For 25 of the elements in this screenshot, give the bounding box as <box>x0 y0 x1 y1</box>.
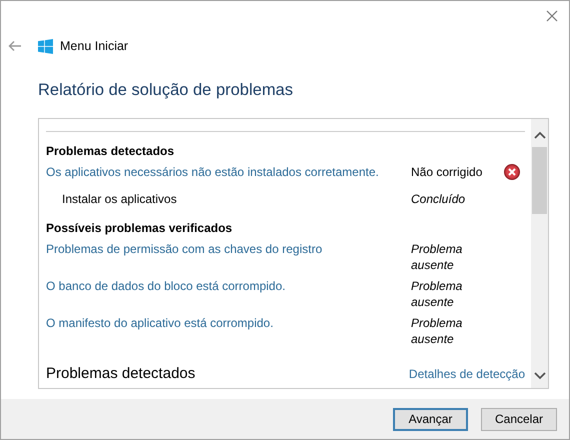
status-text: Não corrigido <box>411 164 484 180</box>
dialog-button[interactable]: Cancelar <box>481 408 557 430</box>
scrollbar[interactable] <box>531 119 548 388</box>
page-title: Relatório de solução de problemas <box>37 80 294 101</box>
problem-link[interactable]: Os aplicativos necessários não estão instalados corretamente. <box>46 164 411 180</box>
details-link[interactable]: Detalhes de detecção <box>408 367 525 381</box>
section-heading: Problemas detectados <box>46 365 196 382</box>
scroll-up-icon[interactable] <box>534 131 546 139</box>
app-title: Menu Iniciar <box>60 39 128 53</box>
back-arrow-icon[interactable] <box>8 40 22 52</box>
status-text: Problema ausente <box>411 241 464 273</box>
group-heading: Possíveis problemas verificados <box>46 221 234 235</box>
status-text: Concluído <box>411 191 466 207</box>
scroll-down-icon[interactable] <box>534 372 546 380</box>
status-text: Problema ausente <box>411 315 464 347</box>
close-icon[interactable] <box>546 10 558 22</box>
step-text: Instalar os aplicativos <box>62 191 178 207</box>
dialog-button[interactable]: Avançar <box>393 408 468 430</box>
problem-link[interactable]: O manifesto do aplicativo está corrompido. <box>46 315 411 331</box>
problem-link[interactable]: Problemas de permissão com as chaves do registro <box>46 241 411 257</box>
problem-link[interactable]: O banco de dados do bloco está corrompido. <box>46 278 411 294</box>
scrollbar-thumb[interactable] <box>532 147 547 214</box>
windows-logo-icon <box>38 38 53 54</box>
group-heading: Problemas detectados <box>46 144 176 158</box>
status-text: Problema ausente <box>411 278 464 310</box>
